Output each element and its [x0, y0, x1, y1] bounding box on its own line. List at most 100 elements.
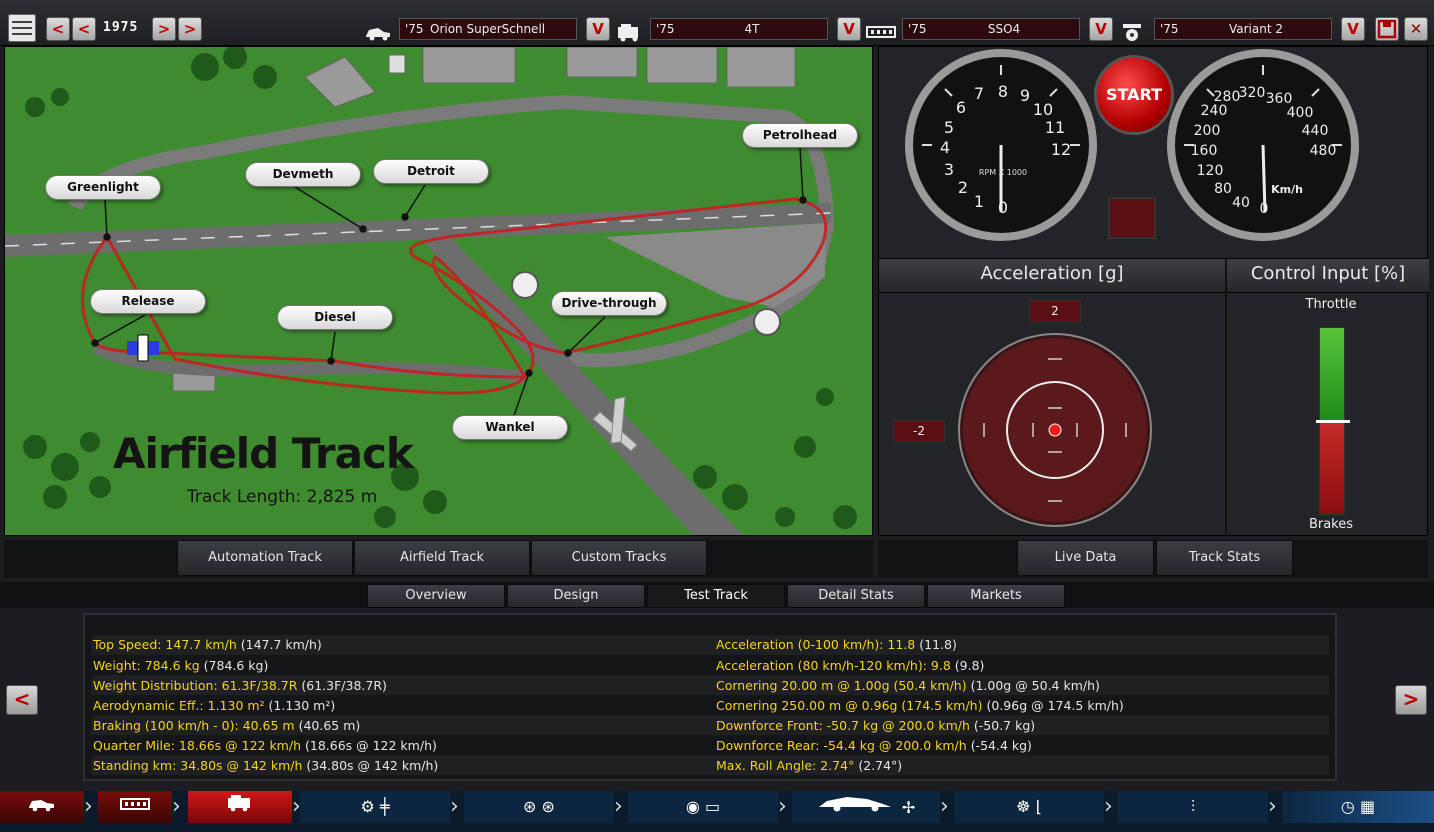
speed-tick-0: 0	[1260, 201, 1269, 217]
rpm-tick-7: 7	[974, 84, 984, 103]
track-map: Greenlight Devmeth Detroit Petrolhead Re…	[4, 46, 873, 536]
corner-label-greenlight: Greenlight	[45, 175, 161, 200]
rpm-tick-3: 3	[944, 160, 954, 179]
rpm-tick-5: 5	[944, 118, 954, 137]
stats-panel: Top Speed: 147.7 km/h (147.7 km/h) Weigh…	[83, 613, 1337, 781]
tab-overview[interactable]: Overview	[367, 584, 505, 608]
chevron-right-icon: ›	[940, 794, 949, 819]
car-model-icon	[29, 800, 54, 812]
seat-icon: ⌊	[1035, 797, 1042, 816]
tab-live-data[interactable]: Live Data	[1017, 540, 1154, 576]
chevron-right-icon: ›	[1268, 794, 1277, 819]
engine-family-select[interactable]: '75 4T	[650, 18, 828, 40]
variant-select[interactable]: '75 Variant 2	[1154, 18, 1332, 40]
tab-test-track[interactable]: Test Track	[647, 584, 785, 608]
chevron-right-icon: ›	[614, 794, 623, 819]
save-icon[interactable]	[1375, 17, 1399, 41]
stat-row: Standing km: 34.80s @ 142 km/h (34.80s @…	[93, 758, 439, 773]
speed-tick-80: 80	[1214, 181, 1232, 197]
stat-row: Acceleration (80 km/h-120 km/h): 9.8 (9.…	[716, 658, 985, 673]
chevron-right-icon: ›	[778, 794, 787, 819]
model-select[interactable]: '75 Orion SuperSchnell	[399, 18, 577, 40]
control-input-bar	[1316, 327, 1350, 515]
start-button[interactable]: START	[1094, 55, 1174, 135]
stat-row: Weight Distribution: 61.3F/38.7R (61.3F/…	[93, 678, 387, 693]
trim-icon	[866, 22, 896, 42]
tab-design[interactable]: Design	[507, 584, 645, 608]
speed-tick-200: 200	[1194, 123, 1221, 139]
steering-wheel-icon: ☸	[1016, 797, 1031, 816]
throttle-fill	[1320, 328, 1344, 421]
stage-brakes[interactable]: ◉ ▭	[628, 791, 778, 823]
speed-tick-280: 280	[1214, 89, 1241, 105]
stat-row: Cornering 250.00 m @ 0.96g (174.5 km/h) …	[716, 698, 1124, 713]
exhaust-icon: ▭	[704, 797, 721, 816]
engine-variant-icon	[1121, 22, 1149, 42]
tab-airfield-track[interactable]: Airfield Track	[354, 540, 530, 576]
tab-markets[interactable]: Markets	[927, 584, 1065, 608]
rpm-tick-12: 12	[1051, 140, 1071, 159]
corner-label-wankel: Wankel	[452, 415, 568, 440]
body-icon	[228, 795, 250, 812]
dashboard-panel: 0 1 2 3 4 5 6 7 8 9 10 11 12 RPM X 1000	[878, 46, 1429, 536]
speed-tick-240: 240	[1201, 103, 1228, 119]
track-title: Airfield Track	[113, 429, 414, 478]
model-dropdown-button[interactable]: V	[586, 17, 610, 41]
tab-detail-stats[interactable]: Detail Stats	[787, 584, 925, 608]
stat-row: Quarter Mile: 18.66s @ 122 km/h (18.66s …	[93, 738, 437, 753]
stage-wheels[interactable]: ⊛ ⊛	[464, 791, 614, 823]
variant-dropdown-button[interactable]: V	[1341, 17, 1365, 41]
tab-automation-track[interactable]: Automation Track	[177, 540, 353, 576]
tab-custom-tracks[interactable]: Custom Tracks	[531, 540, 707, 576]
stat-row: Downforce Rear: -54.4 kg @ 200.0 km/h (-…	[716, 738, 1032, 753]
year-back-fast-button[interactable]: <	[46, 17, 70, 41]
stage-aero[interactable]: ✢	[792, 791, 940, 823]
top-toolbar: < < 1975 > > '75 Orion SuperSchnell V '75…	[0, 0, 1434, 46]
stage-suspension[interactable]: ⚙ ╪	[300, 791, 450, 823]
next-page-button[interactable]: >	[1395, 685, 1427, 715]
speed-tick-160: 160	[1191, 143, 1218, 159]
stage-body[interactable]	[188, 791, 292, 823]
engine-family-dropdown-button[interactable]: V	[837, 17, 861, 41]
stage-testing[interactable]: ◷ ▦	[1282, 791, 1434, 823]
rpm-tick-2: 2	[958, 178, 968, 197]
stat-row: Weight: 784.6 kg (784.6 kg)	[93, 658, 269, 673]
calendar-icon[interactable]	[8, 14, 36, 42]
g-force-meter	[958, 333, 1152, 527]
gauge-icon: ◷	[1340, 797, 1355, 816]
year-forward-fast-button[interactable]: >	[178, 17, 202, 41]
rpm-tick-8: 8	[998, 82, 1008, 101]
trim-select[interactable]: '75 SSO4	[902, 18, 1080, 40]
transmission-icon: ╪	[379, 797, 390, 816]
stage-fixtures[interactable]: ⫶	[1118, 791, 1268, 823]
year-back-button[interactable]: <	[72, 17, 96, 41]
stat-row: Aerodynamic Eff.: 1.130 m² (1.130 m²)	[93, 698, 336, 713]
speed-unit-label: Km/h	[1271, 183, 1303, 196]
corner-label-devmeth: Devmeth	[245, 162, 361, 187]
speed-tick-480: 480	[1310, 143, 1337, 159]
chevron-right-icon: ›	[1104, 794, 1113, 819]
corner-label-diesel: Diesel	[277, 305, 393, 330]
stat-row: Acceleration (0-100 km/h): 11.8 (11.8)	[716, 637, 957, 652]
trim-dropdown-button[interactable]: V	[1089, 17, 1113, 41]
wheel-icon: ⊛	[523, 797, 537, 816]
chevron-right-icon: ›	[84, 794, 93, 819]
year-forward-button[interactable]: >	[152, 17, 176, 41]
close-button[interactable]: ✕	[1404, 17, 1428, 41]
previous-page-button[interactable]: <	[6, 685, 38, 715]
stage-interior[interactable]: ☸ ⌊	[954, 791, 1104, 823]
designer-stage-bar: › › › ⚙ ╪ › ⊛ ⊛ › ◉ ▭ › ✢ › ☸ ⌊ › ⫶ › ◷ …	[0, 791, 1434, 832]
control-input-title: Control Input [%]	[1250, 263, 1406, 284]
stat-row: Cornering 20.00 m @ 1.00g (50.4 km/h) (1…	[716, 678, 1100, 693]
gear-indicator	[1108, 197, 1156, 239]
stage-car-model[interactable]	[0, 791, 84, 823]
brakes-label: Brakes	[1308, 517, 1354, 532]
speed-tick-40: 40	[1232, 195, 1250, 211]
car-icon	[364, 22, 392, 42]
stage-chassis[interactable]	[98, 791, 172, 823]
rpm-tick-1: 1	[974, 192, 984, 211]
stat-row: Braking (100 km/h - 0): 40.65 m (40.65 m…	[93, 718, 361, 733]
tab-track-stats[interactable]: Track Stats	[1156, 540, 1293, 576]
rpm-label: RPM X 1000	[979, 168, 1027, 177]
chevron-right-icon: ›	[172, 794, 181, 819]
